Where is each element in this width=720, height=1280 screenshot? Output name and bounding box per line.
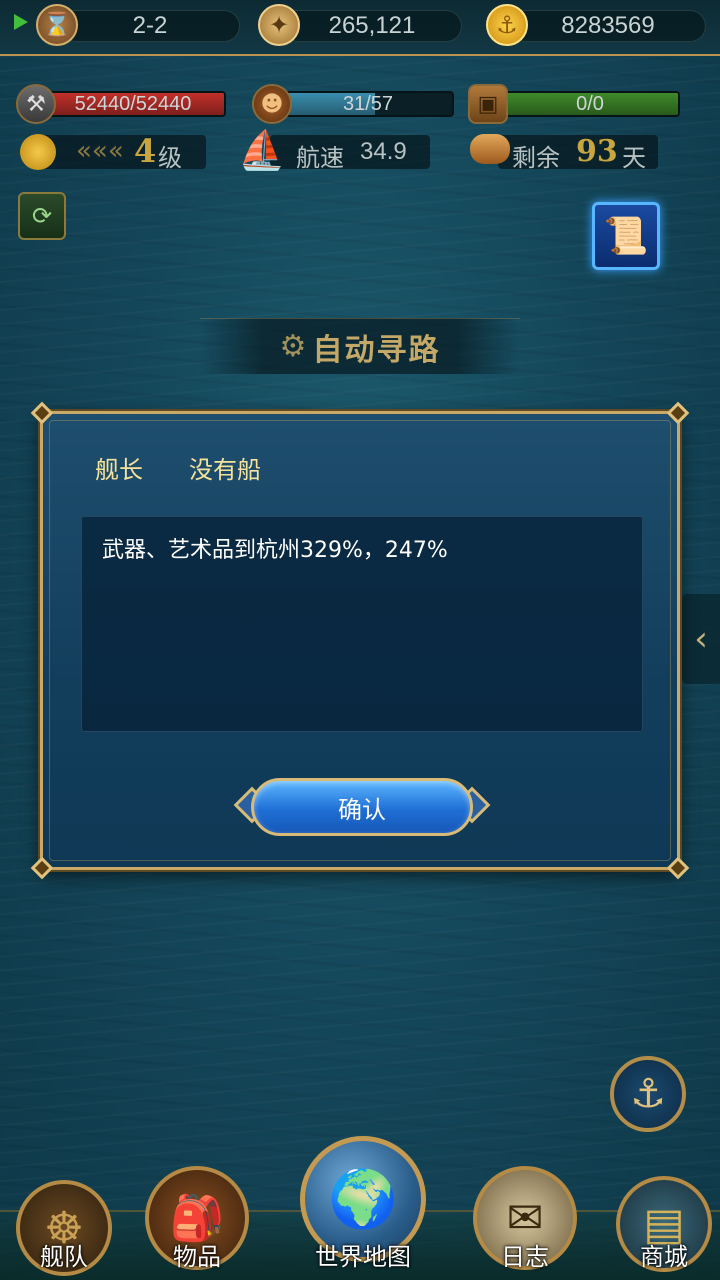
cargo-bar: 0/0	[500, 91, 680, 117]
hammer-icon: ⚒	[16, 84, 56, 124]
arrows-icon: «««	[76, 136, 124, 166]
top-bar: 2-2 ⌛ 265,121 ✦ 8283569 ⚓	[0, 0, 720, 56]
speed-label: 航速	[296, 144, 344, 172]
scroll-quest-button[interactable]: 📜	[592, 202, 660, 270]
crew-bar: 31/57	[282, 91, 454, 117]
durability-bar: 52440/52440	[40, 91, 226, 117]
nav-items-label: 物品	[173, 1243, 221, 1271]
coin-icon[interactable]: ⚓	[486, 4, 528, 46]
captain-label: 舰长	[95, 456, 143, 484]
auto-path-title: 自动寻路	[312, 332, 441, 368]
level-unit: 级	[158, 144, 182, 172]
confirm-button-body: 确认	[251, 778, 473, 836]
anchor-button[interactable]: ⚓	[610, 1056, 686, 1132]
message-text: 武器、艺术品到杭州329%，247%	[102, 538, 448, 563]
auto-path-banner[interactable]: ⚙ 自动寻路	[200, 318, 520, 374]
nav-items[interactable]: 🎒 物品	[142, 1166, 252, 1280]
cargo-label: 0/0	[576, 93, 604, 115]
stage-pill: 2-2	[60, 10, 240, 42]
anchor-icon: ⚓	[630, 1071, 666, 1117]
dialog-corner	[666, 401, 690, 425]
confirm-button[interactable]: 确认	[233, 774, 491, 840]
gold-pill: 8283569	[510, 10, 706, 42]
nav-shop[interactable]: ▤ 商城	[612, 1176, 716, 1280]
message-text-area[interactable]: 武器、艺术品到杭州329%，247%	[81, 516, 643, 732]
nav-world-map[interactable]: 🌍 世界地图	[296, 1136, 430, 1280]
chevron-left-icon: ‹	[694, 619, 708, 659]
nav-log-label: 日志	[501, 1243, 549, 1271]
remain-unit: 天	[622, 144, 646, 172]
nav-fleet[interactable]: ☸ 舰队	[14, 1180, 114, 1280]
side-panel-toggle[interactable]: ‹	[682, 594, 720, 684]
compass-value: 265,121	[328, 12, 416, 39]
nav-log[interactable]: ✉ 日志	[470, 1166, 580, 1280]
speed-value: 34.9	[360, 138, 407, 165]
scroll-icon: 📜	[603, 216, 649, 257]
remain-label: 剩余	[512, 144, 560, 172]
nav-fleet-label: 舰队	[40, 1243, 88, 1271]
compass-icon[interactable]: ✦	[258, 4, 300, 46]
gold-value: 8283569	[561, 12, 655, 39]
crew-icon: ☻	[252, 84, 292, 124]
compass-pill: 265,121	[282, 10, 462, 42]
nav-shop-label: 商城	[640, 1243, 688, 1271]
level-number: 4	[134, 132, 157, 170]
durability-label: 52440/52440	[74, 93, 192, 115]
hourglass-icon[interactable]: ⌛	[36, 4, 78, 46]
play-icon[interactable]	[14, 14, 28, 30]
gear-icon: ⚙	[279, 329, 307, 364]
dialog-corner	[30, 401, 54, 425]
rank-coin-icon	[20, 134, 56, 170]
dialog-corner	[666, 856, 690, 880]
dialog-corner	[30, 856, 54, 880]
ship-icon: ⛵	[238, 128, 286, 172]
cargo-box-icon: ▣	[468, 84, 508, 124]
nav-world-map-label: 世界地图	[315, 1243, 411, 1271]
confirm-label: 确认	[338, 795, 386, 824]
crew-label: 31/57	[342, 93, 394, 115]
bread-icon	[470, 134, 510, 164]
ship-label: 没有船	[189, 456, 261, 484]
stage-label: 2-2	[132, 12, 168, 39]
compass-refresh-icon: ⟳	[31, 202, 53, 230]
remain-days: 93	[576, 134, 618, 169]
message-dialog: 舰长 没有船 武器、艺术品到杭州329%，247% 确认	[30, 401, 690, 880]
compass-refresh-button[interactable]: ⟳	[18, 192, 66, 240]
